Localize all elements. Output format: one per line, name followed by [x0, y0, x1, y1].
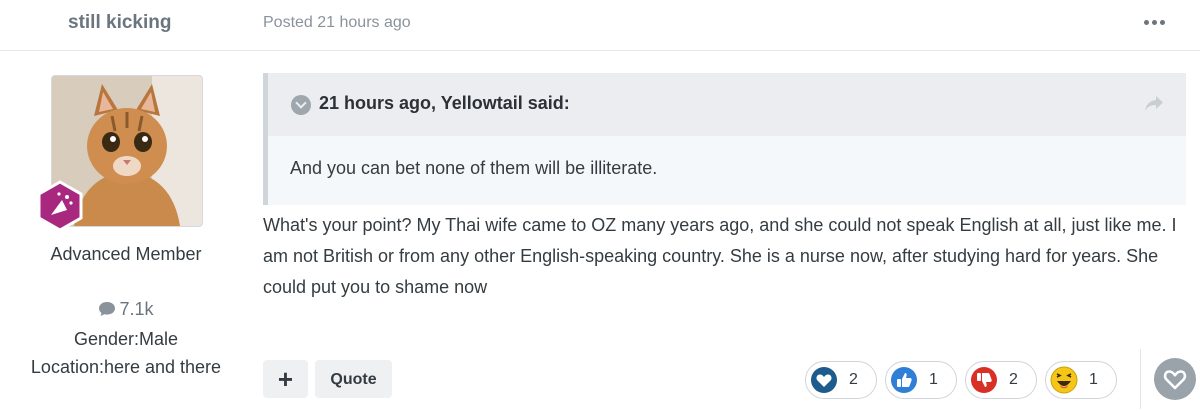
heart-icon[interactable]: [1154, 358, 1196, 400]
member-rank: Advanced Member: [50, 244, 202, 264]
reaction-dislike[interactable]: 2: [965, 361, 1037, 399]
quote-content: And you can bet none of them will be ill…: [268, 136, 1186, 205]
reaction-count: 2: [1009, 371, 1018, 388]
post-count: 7.1k: [0, 299, 252, 320]
author-name[interactable]: still kicking: [68, 12, 171, 34]
heart-reaction-icon: [811, 367, 837, 393]
quote-button[interactable]: Quote: [315, 360, 392, 398]
multiquote-add-button[interactable]: +: [263, 360, 308, 398]
thumbs-up-icon: [891, 367, 917, 393]
speech-bubble-icon: [99, 302, 116, 316]
divider: [1140, 349, 1141, 409]
gender-field: Gender:Male: [73, 329, 179, 349]
rank-badge-icon: [34, 180, 86, 232]
quote-text: And you can bet none of them will be ill…: [290, 158, 658, 178]
quote-block: 21 hours ago, Yellowtail said: And you c…: [263, 73, 1186, 205]
quote-citation[interactable]: 21 hours ago, Yellowtail said:: [319, 93, 570, 114]
reaction-count: 1: [929, 371, 938, 388]
reaction-like[interactable]: 1: [885, 361, 957, 399]
post-date[interactable]: Posted 21 hours ago: [263, 14, 411, 32]
share-arrow-icon[interactable]: [1144, 95, 1164, 113]
post-count-value: 7.1k: [119, 299, 154, 319]
quote-header: 21 hours ago, Yellowtail said:: [268, 73, 1186, 136]
post-header: still kicking Posted 21 hours ago: [0, 0, 1200, 51]
ellipsis-icon[interactable]: [1141, 10, 1169, 34]
laughing-face-icon: [1050, 366, 1078, 394]
reaction-count: 2: [849, 371, 858, 388]
reaction-count: 1: [1089, 371, 1098, 388]
post-body: What's your point? My Thai wife came to …: [263, 215, 1177, 297]
location-field: Location:here and there: [30, 357, 222, 377]
thumbs-down-icon: [971, 367, 997, 393]
reaction-haha[interactable]: 1: [1045, 361, 1117, 399]
chevron-down-icon[interactable]: [291, 95, 311, 115]
reaction-love[interactable]: 2: [805, 361, 877, 399]
